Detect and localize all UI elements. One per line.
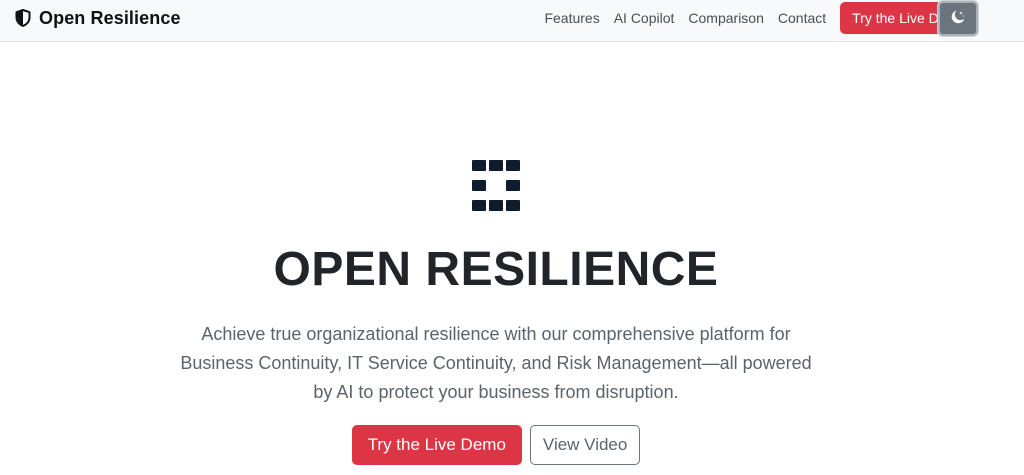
shield-half-icon [15,9,31,27]
nav-links: Features AI Copilot Comparison Contact T… [544,0,978,36]
hero-title: OPEN RESILIENCE [273,243,719,296]
grid-squares-logo [472,160,520,212]
view-video-button[interactable]: View Video [529,425,641,465]
nav-link-contact[interactable]: Contact [778,10,826,26]
hero-actions: Try the Live Demo View Video [0,425,992,465]
brand-name: Open Resilience [39,7,181,28]
navbar: Open Resilience Features AI Copilot Comp… [0,0,1024,42]
theme-toggle-button[interactable] [938,1,978,36]
brand-link[interactable]: Open Resilience [15,7,181,29]
moon-stars-icon [950,9,966,28]
nav-link-comparison[interactable]: Comparison [688,10,763,26]
hero-description: Achieve true organizational resilience w… [180,324,812,402]
live-demo-button[interactable]: Try the Live Demo [351,425,522,465]
nav-link-features[interactable]: Features [544,10,599,26]
nav-link-ai-copilot[interactable]: AI Copilot [614,10,675,26]
